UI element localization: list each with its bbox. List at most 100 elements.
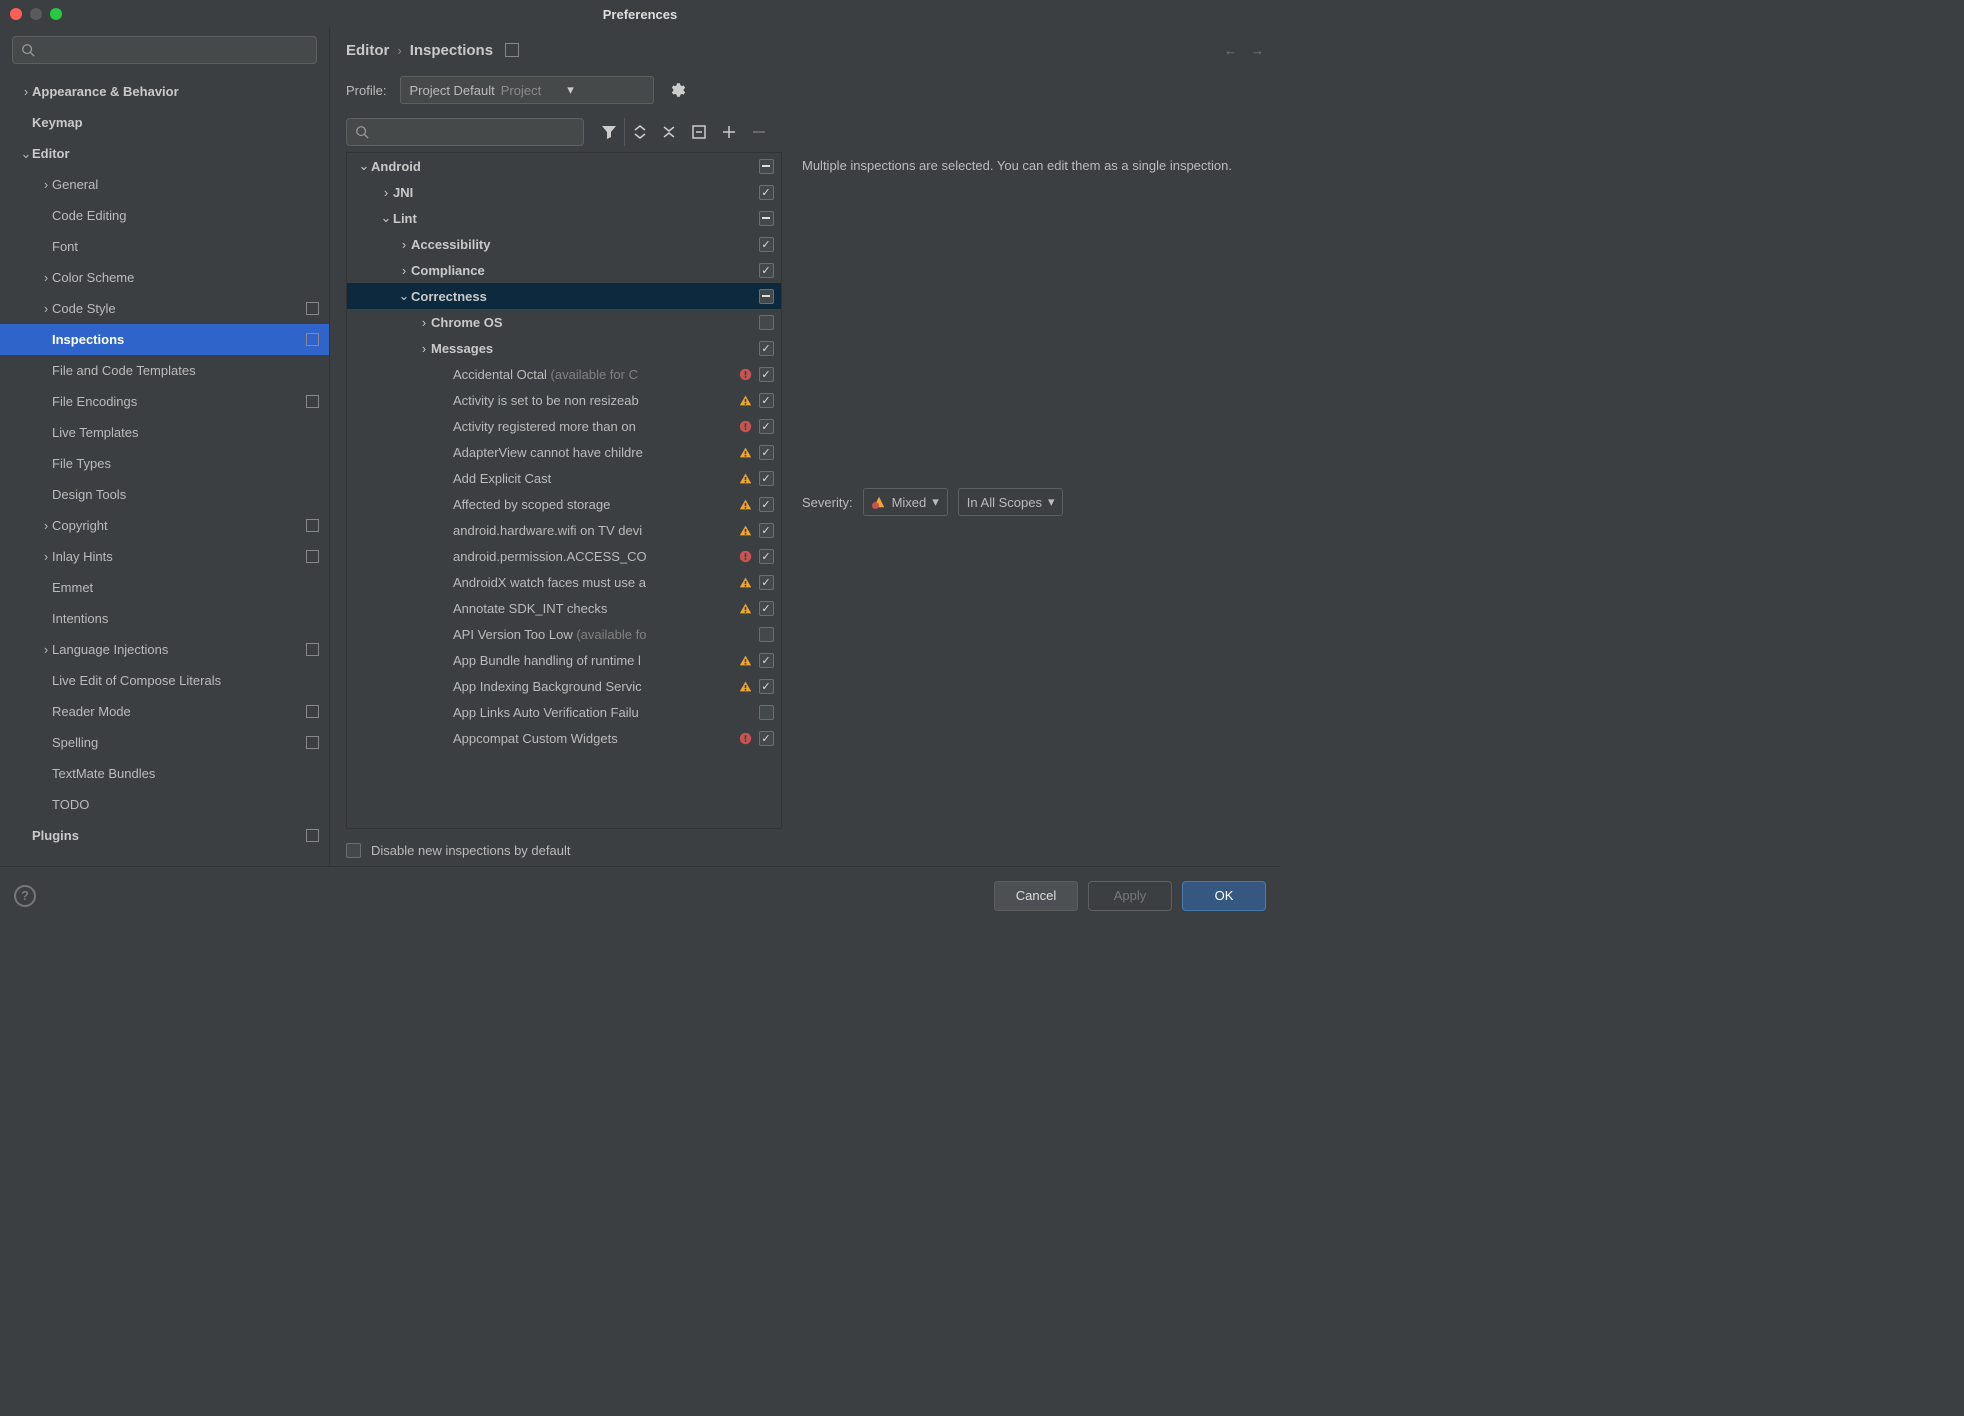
sidebar-item-textmate-bundles[interactable]: TextMate Bundles [0, 758, 329, 789]
sidebar-item-language-injections[interactable]: ›Language Injections [0, 634, 329, 665]
inspection-checkbox[interactable] [757, 185, 775, 200]
sidebar-item-code-style[interactable]: ›Code Style [0, 293, 329, 324]
inspection-row[interactable]: ⌄Lint [347, 205, 781, 231]
sidebar-item-emmet[interactable]: Emmet [0, 572, 329, 603]
filter-icon[interactable] [594, 118, 624, 146]
settings-tree[interactable]: ›Appearance & BehaviorKeymap⌄Editor›Gene… [0, 74, 329, 866]
sidebar-item-code-editing[interactable]: Code Editing [0, 200, 329, 231]
inspection-row[interactable]: App Bundle handling of runtime l [347, 647, 781, 673]
sidebar-item-spelling[interactable]: Spelling [0, 727, 329, 758]
add-icon[interactable] [714, 118, 744, 146]
sidebar-item-inlay-hints[interactable]: ›Inlay Hints [0, 541, 329, 572]
inspection-checkbox[interactable] [757, 471, 775, 486]
maximize-window-button[interactable] [50, 8, 62, 20]
sidebar-item-todo[interactable]: TODO [0, 789, 329, 820]
inspection-search-input[interactable] [369, 125, 575, 140]
disable-new-checkbox[interactable] [346, 843, 361, 858]
sidebar-item-inspections[interactable]: Inspections [0, 324, 329, 355]
sidebar-item-design-tools[interactable]: Design Tools [0, 479, 329, 510]
help-button[interactable]: ? [14, 885, 36, 907]
apply-button[interactable]: Apply [1088, 881, 1172, 911]
inspection-row[interactable]: android.permission.ACCESS_CO [347, 543, 781, 569]
inspection-row[interactable]: Accidental Octal (available for C [347, 361, 781, 387]
inspection-row[interactable]: Add Explicit Cast [347, 465, 781, 491]
inspection-checkbox[interactable] [757, 289, 775, 304]
inspection-row[interactable]: AndroidX watch faces must use a [347, 569, 781, 595]
inspection-checkbox[interactable] [757, 497, 775, 512]
remove-icon[interactable] [744, 118, 774, 146]
inspection-row[interactable]: Appcompat Custom Widgets [347, 725, 781, 751]
forward-button[interactable]: → [1251, 43, 1264, 58]
back-button[interactable]: ← [1224, 43, 1237, 58]
inspection-row[interactable]: Annotate SDK_INT checks [347, 595, 781, 621]
inspection-checkbox[interactable] [757, 731, 775, 746]
inspection-row[interactable]: ›JNI [347, 179, 781, 205]
inspection-checkbox[interactable] [757, 601, 775, 616]
inspection-checkbox[interactable] [757, 523, 775, 538]
profile-value: Project Default [409, 83, 494, 98]
inspection-row[interactable]: App Indexing Background Servic [347, 673, 781, 699]
inspection-checkbox[interactable] [757, 367, 775, 382]
chevron-right-icon: › [397, 263, 411, 278]
inspection-row[interactable]: android.hardware.wifi on TV devi [347, 517, 781, 543]
inspection-checkbox[interactable] [757, 159, 775, 174]
cancel-button[interactable]: Cancel [994, 881, 1078, 911]
severity-dropdown[interactable]: Mixed ▾ [863, 488, 948, 516]
inspection-row[interactable]: ›Chrome OS [347, 309, 781, 335]
sidebar-item-file-types[interactable]: File Types [0, 448, 329, 479]
sidebar-item-reader-mode[interactable]: Reader Mode [0, 696, 329, 727]
sidebar-item-appearance-behavior[interactable]: ›Appearance & Behavior [0, 76, 329, 107]
inspection-row[interactable]: ›Compliance [347, 257, 781, 283]
inspection-checkbox[interactable] [757, 419, 775, 434]
inspection-row[interactable]: ⌄Correctness [347, 283, 781, 309]
inspection-row[interactable]: ⌄Android [347, 153, 781, 179]
inspection-checkbox[interactable] [757, 705, 775, 720]
sidebar-item-color-scheme[interactable]: ›Color Scheme [0, 262, 329, 293]
collapse-all-icon[interactable] [654, 118, 684, 146]
profile-dropdown[interactable]: Project Default Project ▾ [400, 76, 654, 104]
inspection-row[interactable]: API Version Too Low (available fo [347, 621, 781, 647]
sidebar-item-file-encodings[interactable]: File Encodings [0, 386, 329, 417]
sidebar-item-plugins[interactable]: Plugins [0, 820, 329, 851]
inspection-row[interactable]: ›Messages [347, 335, 781, 361]
sidebar-item-keymap[interactable]: Keymap [0, 107, 329, 138]
close-window-button[interactable] [10, 8, 22, 20]
inspection-checkbox[interactable] [757, 341, 775, 356]
inspection-checkbox[interactable] [757, 263, 775, 278]
sidebar-item-intentions[interactable]: Intentions [0, 603, 329, 634]
expand-all-icon[interactable] [624, 118, 654, 146]
inspection-tree[interactable]: ⌄Android›JNI⌄Lint›Accessibility›Complian… [346, 152, 782, 829]
settings-search-input[interactable] [35, 43, 308, 58]
inspection-checkbox[interactable] [757, 211, 775, 226]
scope-dropdown[interactable]: In All Scopes ▾ [958, 488, 1064, 516]
inspection-row[interactable]: Affected by scoped storage [347, 491, 781, 517]
inspection-row[interactable]: Activity registered more than on [347, 413, 781, 439]
inspection-checkbox[interactable] [757, 627, 775, 642]
dialog-footer: ? Cancel Apply OK [0, 866, 1280, 924]
ok-button[interactable]: OK [1182, 881, 1266, 911]
reset-icon[interactable] [684, 118, 714, 146]
inspection-row[interactable]: ›Accessibility [347, 231, 781, 257]
inspection-checkbox[interactable] [757, 393, 775, 408]
settings-search[interactable] [12, 36, 317, 64]
gear-icon[interactable] [668, 81, 686, 99]
inspection-checkbox[interactable] [757, 549, 775, 564]
inspection-checkbox[interactable] [757, 445, 775, 460]
minimize-window-button[interactable] [30, 8, 42, 20]
sidebar-item-copyright[interactable]: ›Copyright [0, 510, 329, 541]
sidebar-item-general[interactable]: ›General [0, 169, 329, 200]
sidebar-item-file-and-code-templates[interactable]: File and Code Templates [0, 355, 329, 386]
sidebar-item-font[interactable]: Font [0, 231, 329, 262]
inspection-checkbox[interactable] [757, 575, 775, 590]
sidebar-item-editor[interactable]: ⌄Editor [0, 138, 329, 169]
inspection-checkbox[interactable] [757, 237, 775, 252]
inspection-row[interactable]: Activity is set to be non resizeab [347, 387, 781, 413]
inspection-checkbox[interactable] [757, 679, 775, 694]
inspection-row[interactable]: AdapterView cannot have childre [347, 439, 781, 465]
inspection-search[interactable] [346, 118, 584, 146]
sidebar-item-live-edit-of-compose-literals[interactable]: Live Edit of Compose Literals [0, 665, 329, 696]
inspection-checkbox[interactable] [757, 653, 775, 668]
inspection-checkbox[interactable] [757, 315, 775, 330]
inspection-row[interactable]: App Links Auto Verification Failu [347, 699, 781, 725]
sidebar-item-live-templates[interactable]: Live Templates [0, 417, 329, 448]
